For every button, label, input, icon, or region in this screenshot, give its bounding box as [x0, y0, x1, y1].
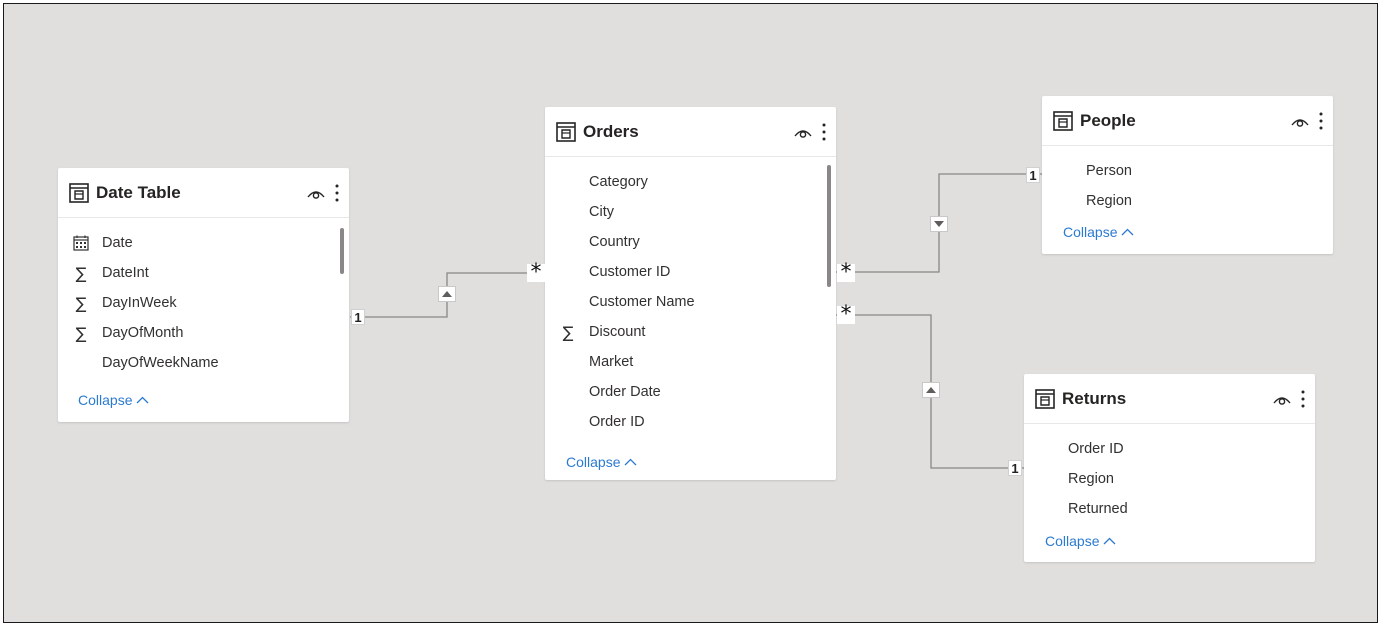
visibility-eye-icon[interactable]: [1273, 392, 1291, 406]
field-label: Date: [102, 235, 133, 251]
date-table-header[interactable]: Date Table: [58, 168, 349, 218]
cardinality-one-date: 1: [351, 309, 365, 325]
field-returned[interactable]: Returned: [1024, 494, 1315, 524]
chevron-up-icon: [137, 396, 149, 404]
more-options-icon[interactable]: [335, 184, 339, 202]
visibility-eye-icon[interactable]: [1291, 114, 1309, 128]
field-country[interactable]: Country: [545, 227, 836, 257]
date-table-field-list: Date ∑ DateInt ∑ DayInWeek ∑ DayOfMonth …: [58, 218, 349, 378]
field-customer-id[interactable]: Customer ID: [545, 257, 836, 287]
visibility-eye-icon[interactable]: [794, 125, 812, 139]
field-discount[interactable]: ∑ Discount: [545, 317, 836, 347]
collapse-button[interactable]: Collapse: [545, 447, 836, 477]
sigma-icon: ∑: [75, 263, 87, 283]
table-icon: [69, 182, 89, 203]
field-region[interactable]: Region: [1042, 186, 1333, 216]
returns-field-list: Order ID Region Returned: [1024, 424, 1315, 524]
sigma-icon: ∑: [75, 293, 87, 313]
people-header[interactable]: People: [1042, 96, 1333, 146]
table-icon: [1053, 110, 1073, 131]
returns-header[interactable]: Returns: [1024, 374, 1315, 424]
scrollbar[interactable]: [340, 228, 344, 274]
chevron-up-icon: [1104, 537, 1116, 545]
more-options-icon[interactable]: [1319, 112, 1323, 130]
field-label: DayOfMonth: [102, 325, 184, 341]
cardinality-many-orders-date: *: [527, 262, 545, 284]
field-customer-name[interactable]: Customer Name: [545, 287, 836, 317]
orders-card[interactable]: Orders Category City Country Customer ID…: [545, 107, 836, 480]
table-icon: [556, 121, 576, 142]
date-table-title: Date Table: [96, 182, 181, 202]
sigma-icon: ∑: [75, 323, 87, 343]
cardinality-one-returns: 1: [1008, 460, 1022, 476]
calendar-icon: [73, 235, 89, 251]
cardinality-many-orders-people: *: [837, 262, 855, 284]
collapse-button[interactable]: Collapse: [1042, 217, 1333, 247]
field-dayofweekname[interactable]: DayOfWeekName: [58, 348, 349, 378]
field-market[interactable]: Market: [545, 347, 836, 377]
field-label: DateInt: [102, 265, 149, 281]
field-city[interactable]: City: [545, 197, 836, 227]
filter-direction-up-icon[interactable]: [922, 382, 940, 398]
more-options-icon[interactable]: [1301, 390, 1305, 408]
collapse-button[interactable]: Collapse: [1024, 526, 1315, 556]
cardinality-one-people: 1: [1026, 167, 1040, 183]
returns-card[interactable]: Returns Order ID Region Returned Collaps…: [1024, 374, 1315, 562]
orders-field-list: Category City Country Customer ID Custom…: [545, 157, 836, 437]
people-card[interactable]: People Person Region Collapse: [1042, 96, 1333, 254]
people-field-list: Person Region: [1042, 146, 1333, 216]
field-label: DayInWeek: [102, 295, 177, 311]
sigma-icon: ∑: [562, 322, 574, 342]
visibility-eye-icon[interactable]: [307, 186, 325, 200]
field-label: DayOfWeekName: [102, 355, 219, 371]
table-icon: [1035, 388, 1055, 409]
field-dateint[interactable]: ∑ DateInt: [58, 258, 349, 288]
scrollbar[interactable]: [827, 165, 831, 287]
cardinality-many-orders-returns: *: [837, 304, 855, 326]
more-options-icon[interactable]: [822, 123, 826, 141]
field-dayofmonth[interactable]: ∑ DayOfMonth: [58, 318, 349, 348]
field-order-id[interactable]: Order ID: [545, 407, 836, 437]
returns-title: Returns: [1062, 388, 1127, 408]
chevron-up-icon: [1122, 228, 1134, 236]
orders-title: Orders: [583, 121, 639, 141]
date-table-card[interactable]: Date Table Date ∑ DateInt ∑ DayInWeek ∑ …: [58, 168, 349, 422]
orders-header[interactable]: Orders: [545, 107, 836, 157]
field-person[interactable]: Person: [1042, 156, 1333, 186]
filter-direction-up-icon[interactable]: [438, 286, 456, 302]
chevron-up-icon: [625, 458, 637, 466]
field-date[interactable]: Date: [58, 228, 349, 258]
field-dayinweek[interactable]: ∑ DayInWeek: [58, 288, 349, 318]
field-region[interactable]: Region: [1024, 464, 1315, 494]
people-title: People: [1080, 110, 1136, 130]
field-category[interactable]: Category: [545, 167, 836, 197]
field-order-date[interactable]: Order Date: [545, 377, 836, 407]
field-order-id[interactable]: Order ID: [1024, 434, 1315, 464]
collapse-button[interactable]: Collapse: [58, 385, 349, 415]
filter-direction-down-icon[interactable]: [930, 216, 948, 232]
